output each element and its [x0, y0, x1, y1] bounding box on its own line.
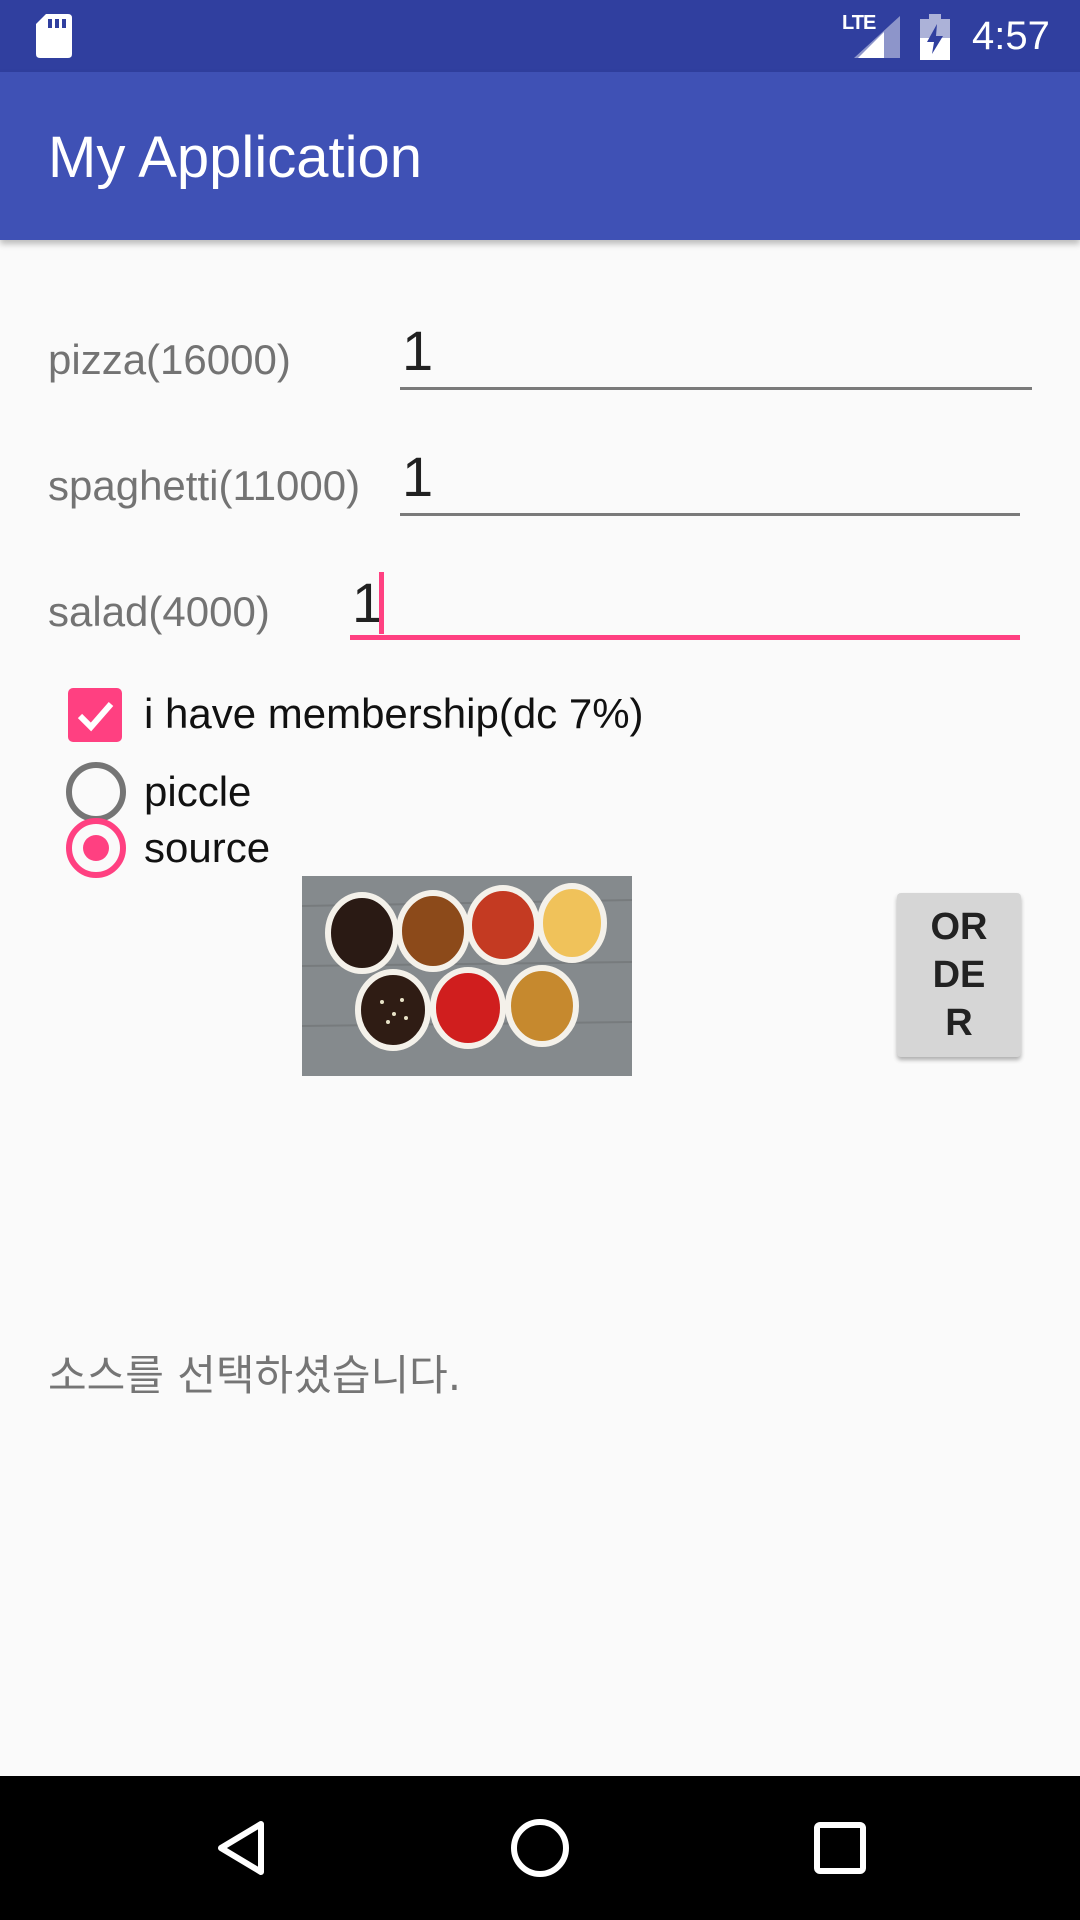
clock: 4:57	[972, 14, 1050, 58]
pizza-label: pizza(16000)	[48, 336, 291, 383]
sauce-image	[302, 876, 632, 1076]
pizza-quantity-value: 1	[402, 319, 434, 382]
back-icon[interactable]	[205, 1812, 277, 1884]
pizza-quantity-input[interactable]: 1	[400, 300, 1032, 390]
spaghetti-quantity-value: 1	[402, 445, 434, 508]
salad-label: salad(4000)	[48, 588, 270, 635]
text-cursor	[379, 572, 384, 634]
source-label[interactable]: source	[144, 824, 270, 872]
radio-selected-dot	[83, 835, 109, 861]
membership-label[interactable]: i have membership(dc 7%)	[144, 690, 644, 738]
recents-icon[interactable]	[804, 1812, 876, 1884]
signal-icon	[854, 16, 900, 58]
order-button-label-line-3: R	[945, 1002, 973, 1044]
app-title: My Application	[48, 125, 422, 190]
order-button-label-line-1: OR	[930, 906, 988, 948]
order-button[interactable]: OR DE R	[897, 893, 1021, 1057]
navigation-bar	[0, 1776, 1080, 1920]
battery-charging-icon	[920, 14, 950, 60]
sd-card-icon	[36, 14, 72, 58]
salad-quantity-input[interactable]: 1	[350, 550, 1020, 640]
source-radio[interactable]	[66, 818, 126, 878]
app-bar: My Application	[0, 72, 1080, 240]
piccle-label[interactable]: piccle	[144, 768, 251, 816]
spaghetti-label: spaghetti(11000)	[48, 462, 361, 509]
checkmark-icon	[77, 702, 114, 732]
order-button-label-line-2: DE	[932, 954, 986, 996]
sauce-bowls-picture	[302, 876, 632, 1076]
result-message: 소스를 선택하셨습니다.	[48, 1351, 462, 1400]
piccle-radio[interactable]	[66, 762, 126, 822]
status-bar: LTE 4:57	[0, 0, 1080, 72]
membership-checkbox[interactable]	[68, 688, 122, 742]
home-icon[interactable]	[504, 1812, 576, 1884]
spaghetti-quantity-input[interactable]: 1	[400, 426, 1020, 516]
